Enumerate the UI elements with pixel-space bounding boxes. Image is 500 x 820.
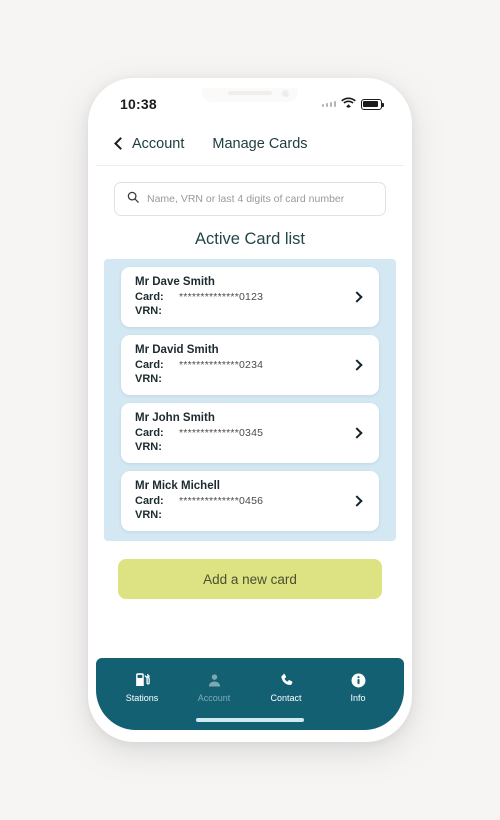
bottom-nav-label: Account [197, 692, 231, 703]
status-icons [321, 95, 385, 113]
add-card-section: Add a new card [96, 541, 404, 599]
vrn-label: VRN: [135, 305, 162, 317]
person-icon [206, 672, 223, 689]
home-indicator-wrap [96, 710, 404, 730]
fuel-pump-icon [134, 672, 151, 689]
card-number-row: Card: **************0456 [135, 495, 353, 507]
card-number-masked: ************** [179, 495, 240, 507]
card-list-item[interactable]: Mr David Smith Card: **************0234 VRN… [121, 335, 379, 395]
bottom-nav-item-stations[interactable]: Stations [118, 672, 166, 703]
phone-icon [278, 672, 295, 689]
active-card-list: Mr Dave Smith Card: **************0123 VRN:… [104, 259, 396, 541]
card-number-label: Card: [135, 291, 164, 303]
card-number-masked: ************** [179, 291, 240, 303]
card-number-label: Card: [135, 427, 164, 439]
card-number-value: **************0456 [179, 495, 263, 507]
card-list-item[interactable]: Mr John Smith Card: **************0345 VRN: [121, 403, 379, 463]
bottom-nav-label: Contact [270, 692, 302, 703]
vrn-row: VRN: [135, 441, 353, 453]
status-bar: 10:38 [96, 86, 404, 122]
card-number-last4: 0345 [239, 427, 264, 439]
card-info: Mr Dave Smith Card: **************0123 VRN: [135, 276, 353, 317]
search-icon [127, 190, 139, 208]
app-body: Active Card list Mr Dave Smith Card: *****… [96, 166, 404, 730]
card-holder-name: Mr David Smith [135, 344, 219, 356]
status-time: 10:38 [120, 96, 157, 112]
search-section [96, 166, 404, 216]
chevron-right-icon[interactable] [351, 290, 363, 303]
search-input[interactable] [147, 193, 373, 205]
info-icon [350, 672, 367, 689]
vrn-label: VRN: [135, 509, 162, 521]
home-indicator[interactable] [196, 718, 304, 722]
card-number-label: Card: [135, 495, 164, 507]
card-number-value: **************0234 [179, 359, 263, 371]
bottom-nav-item-info[interactable]: Info [334, 672, 382, 703]
card-number-last4: 0234 [239, 359, 264, 371]
bottom-nav-item-contact[interactable]: Contact [262, 672, 310, 703]
vrn-row: VRN: [135, 373, 353, 385]
vrn-row: VRN: [135, 305, 353, 317]
card-number-last4: 0456 [239, 495, 264, 507]
vrn-row: VRN: [135, 509, 353, 521]
card-info: Mr David Smith Card: **************0234 VRN… [135, 344, 353, 385]
back-button-label: Account [132, 135, 185, 152]
section-title: Active Card list [194, 230, 306, 248]
bottom-navigation: Stations Account Contact Info [96, 658, 404, 730]
card-info: Mr Mick Michell Card: **************0456 VR… [135, 480, 353, 521]
signal-dots-icon [321, 101, 336, 107]
add-new-card-button[interactable]: Add a new card [118, 559, 382, 599]
bottom-nav-item-account[interactable]: Account [190, 672, 238, 703]
chevron-right-icon[interactable] [351, 494, 363, 507]
card-list-item[interactable]: Mr Dave Smith Card: **************0123 VRN: [121, 267, 379, 327]
card-holder-name: Mr Mick Michell [135, 480, 220, 492]
card-number-value: **************0123 [179, 291, 263, 303]
page-title: Manage Cards [212, 135, 308, 152]
card-number-masked: ************** [179, 427, 240, 439]
card-number-label: Card: [135, 359, 164, 371]
phone-screen: 10:38 Account Manage Cards Name, VRN or … [96, 86, 404, 730]
card-number-row: Card: **************0123 [135, 291, 353, 303]
card-number-last4: 0123 [239, 291, 264, 303]
notch-speaker [228, 91, 272, 95]
card-number-row: Card: **************0234 [135, 359, 353, 371]
vrn-label: VRN: [135, 373, 162, 385]
vrn-label: VRN: [135, 441, 162, 453]
card-number-masked: ************** [179, 359, 240, 371]
card-number-row: Card: **************0345 [135, 427, 353, 439]
bottom-nav-items: Stations Account Contact Info [96, 658, 404, 710]
chevron-right-icon[interactable] [351, 426, 363, 439]
search-box[interactable] [114, 182, 386, 216]
app-header: Account Manage Cards [96, 122, 404, 166]
chevron-left-icon [114, 137, 127, 150]
chevron-right-icon[interactable] [351, 358, 363, 371]
card-list-item[interactable]: Mr Mick Michell Card: **************0456 VR… [121, 471, 379, 531]
bottom-nav-label: Info [350, 692, 366, 703]
back-button[interactable]: Account [114, 135, 185, 152]
card-info: Mr John Smith Card: **************0345 VRN: [135, 412, 353, 453]
card-number-value: **************0345 [179, 427, 263, 439]
bottom-nav-label: Stations [125, 692, 159, 703]
notch-camera [282, 90, 289, 97]
card-holder-name: Mr Dave Smith [135, 276, 215, 288]
card-holder-name: Mr John Smith [135, 412, 215, 424]
wifi-icon [341, 95, 356, 113]
battery-icon [361, 98, 385, 110]
